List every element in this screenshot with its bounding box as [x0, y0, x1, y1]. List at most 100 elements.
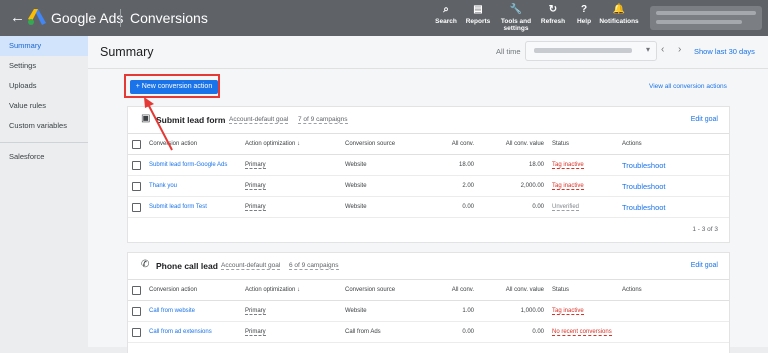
- row-checkbox[interactable]: [132, 160, 141, 170]
- notifications-button[interactable]: 🔔 Notifications: [598, 4, 640, 25]
- goal-type[interactable]: Account-default goal: [221, 262, 281, 270]
- reports-button[interactable]: ▤ Reports: [464, 4, 492, 25]
- conversion-action-link[interactable]: Call from ad extensions: [145, 321, 241, 343]
- campaign-count[interactable]: 6 of 9 campaigns: [289, 262, 339, 270]
- sidebar-item-custom-variables[interactable]: Custom variables: [0, 116, 88, 136]
- all-conv: 18.00: [433, 154, 478, 176]
- conversion-action-link[interactable]: Submit lead form Test: [145, 196, 241, 218]
- table-row: Thank you Primary Website 2.00 2,000.00 …: [128, 175, 729, 197]
- troubleshoot-link[interactable]: Troubleshoot: [618, 175, 729, 197]
- optimization-value[interactable]: Primary: [245, 183, 266, 190]
- column-header[interactable]: Conversion action: [145, 279, 241, 301]
- status-badge[interactable]: No recent conversions: [552, 329, 612, 336]
- chevron-right-icon[interactable]: ›: [678, 44, 681, 55]
- column-header[interactable]: Action optimization ↓: [241, 279, 341, 301]
- row-checkbox[interactable]: [132, 306, 141, 316]
- troubleshoot-link[interactable]: Troubleshoot: [618, 196, 729, 218]
- sidebar-item-summary[interactable]: Summary: [0, 36, 88, 56]
- account-switcher[interactable]: [650, 6, 762, 30]
- table-row: Call from ad extensions Primary Call fro…: [128, 321, 729, 343]
- chevron-left-icon[interactable]: ‹: [661, 44, 664, 55]
- column-header[interactable]: Actions: [618, 279, 729, 301]
- search-icon: ⌕: [443, 4, 449, 15]
- summary-heading: Summary: [100, 45, 154, 59]
- optimization-value[interactable]: Primary: [245, 204, 266, 211]
- status-badge[interactable]: Unverified: [552, 204, 580, 211]
- main-content: Summary All time ▾ ‹ › Show last 30 days…: [88, 36, 768, 353]
- troubleshoot-link[interactable]: Troubleshoot: [618, 154, 729, 176]
- conversion-action-link[interactable]: Call from website: [145, 300, 241, 322]
- column-header[interactable]: Conversion source: [341, 133, 433, 155]
- conversion-source: Website: [341, 154, 433, 176]
- tools-and-settings-button[interactable]: 🔧 Tools and settings: [500, 4, 532, 32]
- goal-card-phone-call-lead: ✆ Phone call lead Account-default goal 6…: [128, 253, 729, 353]
- status-badge[interactable]: Tag inactive: [552, 308, 584, 315]
- conversion-source: Call from Ads: [341, 321, 433, 343]
- select-all-checkbox[interactable]: [132, 139, 141, 149]
- edit-goal-button[interactable]: Edit goal: [691, 116, 718, 123]
- column-header[interactable]: Status: [548, 279, 618, 301]
- column-header[interactable]: All conv. value: [478, 279, 548, 301]
- all-conv: 0.00: [433, 196, 478, 218]
- google-ads-logo: [28, 9, 46, 25]
- view-all-conversion-actions-link[interactable]: View all conversion actions: [649, 83, 727, 90]
- chevron-down-icon: ▾: [645, 45, 650, 54]
- all-conv-value: 0.00: [478, 196, 548, 218]
- search-button[interactable]: ⌕ Search: [434, 4, 458, 25]
- all-conv-value: 18.00: [478, 154, 548, 176]
- goal-title: Phone call lead: [156, 261, 218, 271]
- goal-type[interactable]: Account-default goal: [229, 116, 289, 124]
- optimization-value[interactable]: Primary: [245, 329, 266, 336]
- actions-cell: [618, 321, 729, 343]
- header-divider: [120, 9, 121, 27]
- edit-goal-button[interactable]: Edit goal: [691, 262, 718, 269]
- row-checkbox[interactable]: [132, 202, 141, 212]
- brand-name: Google Ads: [51, 10, 124, 26]
- conversion-source: Website: [341, 196, 433, 218]
- column-header[interactable]: All conv. value: [478, 133, 548, 155]
- all-conv: 1.00: [433, 300, 478, 322]
- conversion-table: Conversion action Action optimization ↓ …: [128, 279, 729, 343]
- pagination-count: 1 - 3 of 3: [692, 226, 718, 233]
- goal-title: Submit lead form: [156, 115, 226, 125]
- column-header[interactable]: Conversion action: [145, 133, 241, 155]
- all-conv-value: 0.00: [478, 321, 548, 343]
- reports-icon: ▤: [473, 4, 483, 15]
- optimization-value[interactable]: Primary: [245, 162, 266, 169]
- help-icon: ?: [580, 4, 588, 15]
- goal-card-submit-lead-form: ▣ Submit lead form Account-default goal …: [128, 107, 729, 242]
- phone-icon: ✆: [141, 259, 150, 270]
- refresh-button[interactable]: ↻ Refresh: [540, 4, 566, 25]
- table-header-row: Conversion action Action optimization ↓ …: [128, 279, 729, 301]
- conversion-source: Website: [341, 300, 433, 322]
- column-header[interactable]: Actions: [618, 133, 729, 155]
- optimization-value[interactable]: Primary: [245, 308, 266, 315]
- column-header[interactable]: Status: [548, 133, 618, 155]
- sidebar-item-salesforce[interactable]: Salesforce: [0, 147, 88, 167]
- status-badge[interactable]: Tag inactive: [552, 183, 584, 190]
- column-header[interactable]: Action optimization ↓: [241, 133, 341, 155]
- page-title: Conversions: [130, 10, 208, 26]
- conversion-action-link[interactable]: Submit lead form-Google Ads: [145, 154, 241, 176]
- sidebar-item-settings[interactable]: Settings: [0, 56, 88, 76]
- row-checkbox[interactable]: [132, 181, 141, 191]
- sidebar-item-uploads[interactable]: Uploads: [0, 76, 88, 96]
- row-checkbox[interactable]: [132, 327, 141, 337]
- campaign-count[interactable]: 7 of 9 campaigns: [298, 116, 348, 124]
- sidebar-item-value-rules[interactable]: Value rules: [0, 96, 88, 116]
- status-badge[interactable]: Tag inactive: [552, 162, 584, 169]
- select-all-checkbox[interactable]: [132, 285, 141, 295]
- help-button[interactable]: ? Help: [574, 4, 594, 25]
- arrow-left-icon[interactable]: ←: [10, 9, 25, 26]
- column-header[interactable]: Conversion source: [341, 279, 433, 301]
- column-header[interactable]: All conv.: [433, 133, 478, 155]
- sidebar-divider: [0, 142, 88, 143]
- date-range-picker[interactable]: ▾: [525, 41, 657, 61]
- actions-cell: [618, 300, 729, 322]
- refresh-icon: ↻: [548, 4, 558, 15]
- highlight-box: [124, 74, 220, 98]
- conversion-source: Website: [341, 175, 433, 197]
- conversion-action-link[interactable]: Thank you: [145, 175, 241, 197]
- show-last-30-days-link[interactable]: Show last 30 days: [694, 47, 755, 56]
- column-header[interactable]: All conv.: [433, 279, 478, 301]
